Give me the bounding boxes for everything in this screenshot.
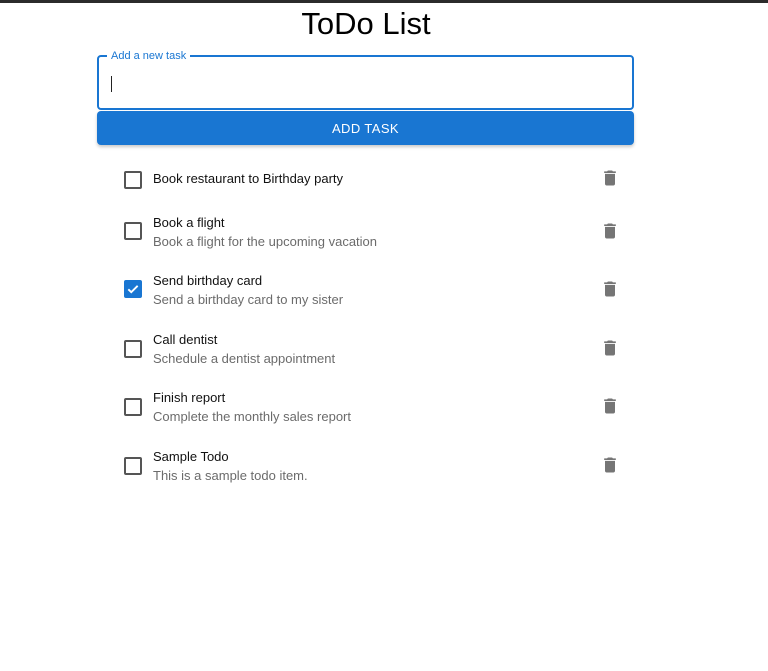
todo-item: Call dentist Schedule a dentist appointm… — [114, 325, 634, 383]
todo-item: Book a flight Book a flight for the upco… — [114, 208, 634, 266]
todo-title: Sample Todo — [153, 449, 229, 464]
todo-checkbox-checked[interactable] — [124, 280, 142, 298]
delete-icon[interactable] — [600, 221, 620, 241]
page-title: ToDo List — [301, 6, 431, 41]
delete-icon[interactable] — [600, 338, 620, 358]
todo-title: Finish report — [153, 390, 226, 405]
new-task-input[interactable] — [99, 57, 632, 108]
todo-description: Complete the monthly sales report — [153, 409, 351, 424]
delete-icon[interactable] — [600, 455, 620, 475]
checkmark-icon — [127, 285, 139, 294]
todo-item: Send birthday card Send a birthday card … — [114, 266, 634, 324]
todo-item: Sample Todo This is a sample todo item. — [114, 442, 634, 500]
todo-description: This is a sample todo item. — [153, 468, 308, 483]
new-task-field[interactable]: Add a new task — [97, 49, 634, 110]
todo-item: Book restaurant to Birthday party — [114, 150, 634, 208]
todo-checkbox[interactable] — [124, 340, 142, 358]
todo-title: Book restaurant to Birthday party — [153, 171, 344, 186]
todo-title: Send birthday card — [153, 273, 263, 288]
todo-title: Call dentist — [153, 332, 218, 347]
todo-checkbox[interactable] — [124, 457, 142, 475]
delete-icon[interactable] — [600, 396, 620, 416]
delete-icon[interactable] — [600, 168, 620, 188]
todo-item: Finish report Complete the monthly sales… — [114, 383, 634, 441]
text-caret — [111, 76, 112, 92]
todo-checkbox[interactable] — [124, 171, 142, 189]
add-task-button[interactable]: ADD TASK — [97, 111, 634, 145]
todo-description: Send a birthday card to my sister — [153, 292, 344, 307]
todo-description: Book a flight for the upcoming vacation — [153, 234, 378, 249]
todo-title: Book a flight — [153, 215, 225, 230]
todo-description: Schedule a dentist appointment — [153, 351, 336, 366]
todo-checkbox[interactable] — [124, 398, 142, 416]
todo-checkbox[interactable] — [124, 222, 142, 240]
delete-icon[interactable] — [600, 279, 620, 299]
